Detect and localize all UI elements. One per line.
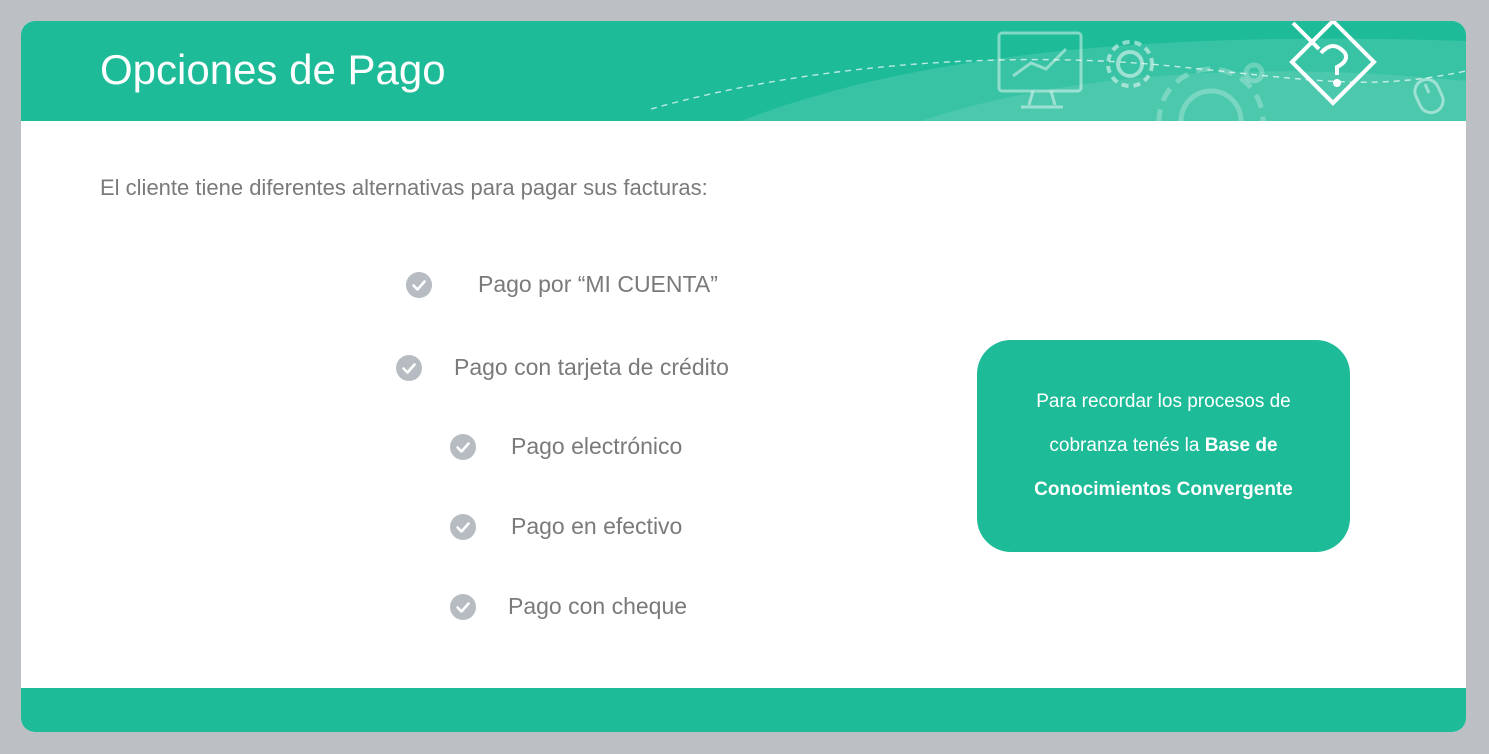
callout-bold-2: Conocimientos Convergente bbox=[1034, 479, 1293, 500]
check-circle-icon bbox=[450, 513, 476, 540]
intro-text: El cliente tiene diferentes alternativas… bbox=[100, 175, 708, 200]
header-banner: Opciones de Pago bbox=[21, 21, 1466, 121]
option-label: Pago electrónico bbox=[511, 433, 683, 459]
callout-text: Para recordar los procesos de cobranza t… bbox=[1014, 380, 1313, 512]
check-circle-icon bbox=[450, 593, 476, 620]
callout-bold-1: Base de bbox=[1204, 435, 1278, 456]
callout-line-2: cobranza tenés la bbox=[1049, 435, 1205, 456]
option-label: Pago por “MI CUENTA” bbox=[478, 271, 718, 297]
knowledge-base-callout: Para recordar los procesos de cobranza t… bbox=[977, 340, 1350, 552]
option-label: Pago en efectivo bbox=[511, 513, 683, 539]
footer-bar bbox=[21, 688, 1466, 732]
check-circle-icon bbox=[450, 433, 476, 460]
option-efectivo: Pago en efectivo bbox=[450, 513, 682, 540]
option-mi-cuenta: Pago por “MI CUENTA” bbox=[406, 271, 718, 298]
check-circle-icon bbox=[406, 271, 432, 298]
check-circle-icon bbox=[396, 354, 422, 381]
option-electronico: Pago electrónico bbox=[450, 433, 682, 460]
option-cheque: Pago con cheque bbox=[450, 593, 687, 620]
option-label: Pago con tarjeta de crédito bbox=[454, 354, 729, 380]
option-tarjeta-credito: Pago con tarjeta de crédito bbox=[396, 354, 729, 381]
slide: Opciones de Pago El cliente tiene difere… bbox=[21, 21, 1466, 732]
option-label: Pago con cheque bbox=[508, 593, 688, 619]
callout-line-1: Para recordar los procesos de bbox=[1036, 391, 1291, 412]
page-title: Opciones de Pago bbox=[100, 46, 446, 93]
